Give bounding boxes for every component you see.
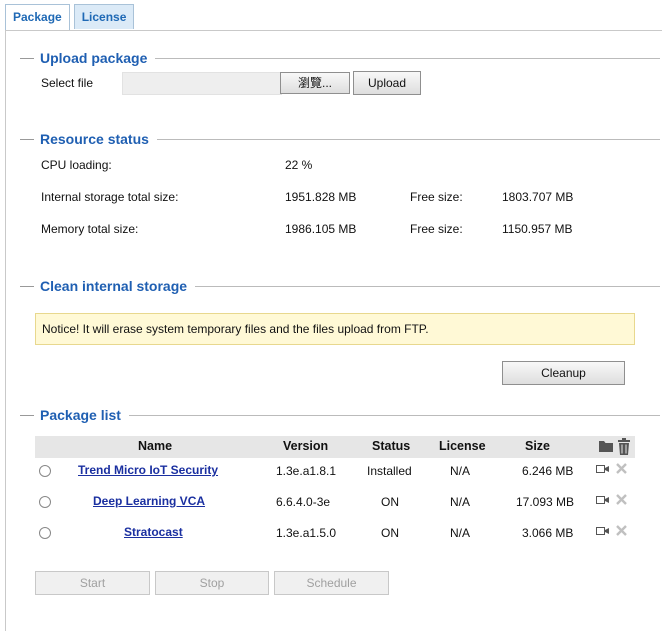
row-icons [596, 494, 627, 508]
file-path-field[interactable] [122, 72, 282, 95]
delete-icon[interactable] [616, 463, 627, 477]
memory-free-label: Free size: [410, 222, 463, 236]
storage-total-value: 1951.828 MB [285, 190, 357, 204]
clean-section-title: Clean internal storage [40, 278, 188, 294]
camera-icon[interactable] [596, 494, 610, 508]
package-name-link[interactable]: Trend Micro IoT Security [78, 463, 218, 477]
package-row: Trend Micro IoT Security 1.3e.a1.8.1 Ins… [35, 460, 635, 486]
section-dash [20, 285, 34, 287]
resource-section-title: Resource status [40, 131, 149, 147]
start-button[interactable]: Start [35, 571, 150, 595]
upload-section-title: Upload package [40, 50, 148, 66]
cleanup-notice: Notice! It will erase system temporary f… [35, 313, 635, 345]
package-status: Installed [367, 464, 412, 478]
package-size: 6.246 MB [522, 464, 574, 478]
stop-button[interactable]: Stop [155, 571, 269, 595]
section-rule [128, 414, 660, 416]
section-dash [20, 414, 34, 416]
package-name-link[interactable]: Stratocast [124, 525, 183, 539]
section-dash [20, 138, 34, 140]
column-header-version: Version [283, 439, 329, 453]
trash-icon[interactable] [617, 438, 631, 458]
resource-section-header: Resource status [20, 130, 660, 148]
upload-section-header: Upload package [20, 49, 660, 67]
storage-free-label: Free size: [410, 190, 463, 204]
column-header-license: License [439, 439, 486, 453]
cpu-value: 22 % [285, 158, 313, 172]
package-list-section-header: Package list [20, 406, 660, 424]
storage-free-value: 1803.707 MB [502, 190, 574, 204]
clean-section-header: Clean internal storage [20, 277, 660, 295]
package-name-link[interactable]: Deep Learning VCA [93, 494, 205, 508]
package-size: 17.093 MB [516, 495, 575, 509]
section-dash [20, 57, 34, 59]
package-list-section-title: Package list [40, 407, 121, 423]
upload-button[interactable]: Upload [353, 71, 421, 95]
tab-package[interactable]: Package [5, 4, 70, 31]
package-radio[interactable] [39, 465, 51, 477]
row-icons [596, 525, 627, 539]
tab-license[interactable]: License [73, 4, 135, 29]
package-row: Deep Learning VCA 6.6.4.0-3e ON N/A 17.0… [35, 491, 635, 517]
package-license: N/A [450, 526, 471, 540]
section-rule [156, 138, 660, 140]
package-license: N/A [450, 464, 471, 478]
schedule-button[interactable]: Schedule [274, 571, 389, 595]
memory-label: Memory total size: [41, 222, 139, 236]
delete-icon[interactable] [616, 525, 627, 539]
package-row: Stratocast 1.3e.a1.5.0 ON N/A 3.066 MB [35, 522, 635, 548]
delete-icon[interactable] [616, 494, 627, 508]
package-status: ON [381, 495, 399, 509]
memory-total-value: 1986.105 MB [285, 222, 357, 236]
camera-icon[interactable] [596, 525, 610, 539]
column-header-size: Size [525, 439, 551, 453]
cpu-label: CPU loading: [41, 158, 112, 172]
memory-free-value: 1150.957 MB [502, 222, 573, 236]
package-version: 6.6.4.0-3e [276, 495, 331, 509]
column-header-name: Name [138, 439, 173, 453]
browse-button[interactable]: 瀏覽... [280, 72, 350, 94]
storage-label: Internal storage total size: [41, 190, 179, 204]
tab-bar: Package License [0, 4, 135, 31]
package-version: 1.3e.a1.5.0 [276, 526, 337, 540]
section-rule [195, 285, 660, 287]
package-radio[interactable] [39, 527, 51, 539]
camera-icon[interactable] [596, 463, 610, 477]
select-file-label: Select file [41, 76, 94, 90]
package-radio[interactable] [39, 496, 51, 508]
package-version: 1.3e.a1.8.1 [276, 464, 337, 478]
package-size: 3.066 MB [522, 526, 574, 540]
cleanup-button[interactable]: Cleanup [502, 361, 625, 385]
package-status: ON [381, 526, 399, 540]
column-header-status: Status [372, 439, 411, 453]
row-icons [596, 463, 627, 477]
header-icons [598, 438, 631, 458]
folder-icon[interactable] [598, 438, 614, 458]
package-table-header: Name Version Status License Size [35, 436, 635, 458]
package-license: N/A [450, 495, 471, 509]
section-rule [155, 57, 660, 59]
